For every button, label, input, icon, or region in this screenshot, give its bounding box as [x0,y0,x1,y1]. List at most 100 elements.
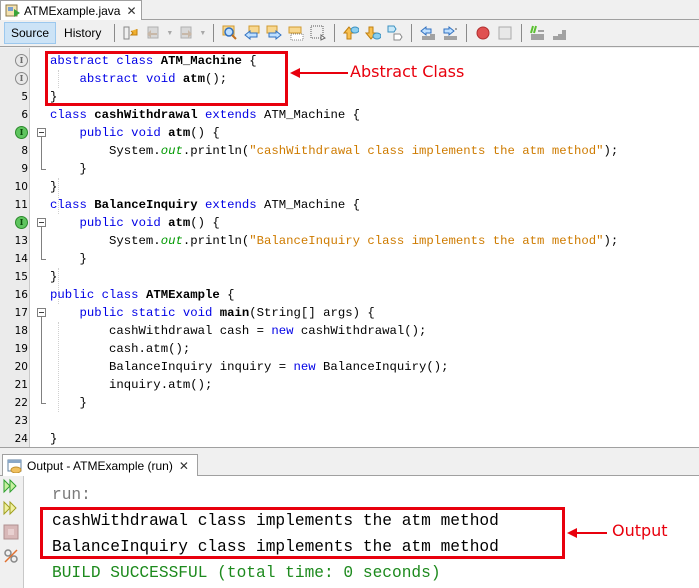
code-line[interactable]: } [50,250,699,268]
toolbar-separator [114,24,116,42]
editor-tab-strip: ATMExample.java ✕ [0,0,699,21]
code-line[interactable]: cashWithdrawal cash = new cashWithdrawal… [50,322,699,340]
output-arrow-line [575,532,607,534]
line-number: 13 [14,235,28,247]
back-icon[interactable] [144,24,162,42]
line-number: 24 [14,433,28,445]
collapse-fold-icon[interactable] [37,128,46,137]
output-highlight-box [40,507,565,559]
rerun-with-options-icon[interactable] [3,500,19,516]
keyword: class [50,198,87,212]
last-edit-icon[interactable] [122,24,140,42]
line-number: 21 [14,379,28,391]
line-number: 5 [21,91,28,103]
code-line[interactable]: } [50,268,699,286]
source-tab[interactable]: Source [4,22,57,44]
code-line[interactable]: } [50,178,699,196]
fold-line [41,317,42,403]
comment-icon[interactable] [529,24,547,42]
line-number: 20 [14,361,28,373]
line-number: 19 [14,343,28,355]
field-ref: out [160,144,183,158]
rerun-icon[interactable] [3,478,19,494]
code-line[interactable]: public void atm() { [50,214,699,232]
code-line[interactable]: BalanceInquiry inquiry = new BalanceInqu… [50,358,699,376]
java-file-icon [5,4,21,18]
abstract-class-label: Abstract Class [350,62,465,81]
shift-left-icon[interactable] [419,24,437,42]
line-number: 6 [21,109,28,121]
shift-right-icon[interactable] [441,24,459,42]
line-number: 10 [14,181,28,193]
fold-end-marker [41,169,46,170]
settings-icon[interactable] [3,548,19,564]
editor-tab-label: ATMExample.java [24,4,121,18]
close-output-tab-icon[interactable]: ✕ [179,459,189,473]
abstract-class-arrow-line [298,72,348,74]
code-line[interactable]: class cashWithdrawal extends ATM_Machine… [50,106,699,124]
code-line[interactable]: public void atm() { [50,124,699,142]
next-bookmark-icon[interactable] [364,24,382,42]
previous-bookmark-icon[interactable] [342,24,360,42]
line-number: 23 [14,415,28,427]
identifier: main [219,306,250,320]
field-ref: out [160,234,183,248]
code-line[interactable]: System.out.println("cashWithdrawal class… [50,142,699,160]
identifier: atm [168,216,191,230]
code-line[interactable]: System.out.println("BalanceInquiry class… [50,232,699,250]
code-line[interactable]: cash.atm(); [50,340,699,358]
identifier: atm [168,126,191,140]
keyword: new [293,360,316,374]
collapse-fold-icon[interactable] [37,308,46,317]
forward-dropdown-icon[interactable]: ▼ [199,30,206,37]
back-dropdown-icon[interactable]: ▼ [166,30,173,37]
abstract-method-icon[interactable]: I [15,72,28,85]
output-tab-strip: Output - ATMExample (run) ✕ [0,452,699,477]
abstract-method-icon[interactable]: I [15,54,28,67]
implements-method-icon[interactable]: I [15,216,28,229]
code-line[interactable]: inquiry.atm(); [50,376,699,394]
toggle-highlight-icon[interactable] [287,24,305,42]
stop-macro-icon[interactable] [496,24,514,42]
output-window-icon [7,459,23,474]
output-tab[interactable]: Output - ATMExample (run) ✕ [2,454,198,477]
code-line[interactable] [50,412,699,430]
line-number: 22 [14,397,28,409]
start-macro-icon[interactable] [474,24,492,42]
keyword: extends [205,198,257,212]
uncomment-icon[interactable] [551,24,569,42]
history-tab[interactable]: History [58,22,107,44]
toolbar-separator [213,24,215,42]
line-number: 8 [21,145,28,157]
code-line[interactable]: public class ATMExample { [50,286,699,304]
editor-tab-atmexample[interactable]: ATMExample.java ✕ [0,0,142,21]
code-line[interactable]: class BalanceInquiry extends ATM_Machine… [50,196,699,214]
code-line[interactable]: } [50,394,699,412]
output-run-label: run: [52,486,91,504]
code-line[interactable]: } [50,160,699,178]
fold-line [41,227,42,259]
line-number: 14 [14,253,28,265]
code-line[interactable]: public static void main(String[] args) { [50,304,699,322]
find-next-icon[interactable] [265,24,283,42]
toolbar-separator [466,24,468,42]
implements-method-icon[interactable]: I [15,126,28,139]
find-icon[interactable] [221,24,239,42]
code-area[interactable]: abstract class ATM_Machine { abstract vo… [50,52,699,448]
collapse-fold-icon[interactable] [37,218,46,227]
find-previous-icon[interactable] [243,24,261,42]
keyword: new [271,324,294,338]
keyword: public void [79,216,161,230]
keyword: class [50,108,87,122]
close-tab-icon[interactable]: ✕ [126,4,136,18]
toggle-bookmark-icon[interactable] [386,24,404,42]
stop-icon[interactable] [3,524,19,540]
rect-select-icon[interactable] [309,24,327,42]
forward-icon[interactable] [177,24,195,42]
code-editor[interactable]: I I 5 6 I 8 9 10 11 I 13 14 15 16 17 18 19 20 21 22 23 24 abs… [0,48,699,448]
code-line[interactable]: } [50,430,699,448]
toolbar-separator [521,24,523,42]
build-status: BUILD SUCCESSFUL (total time: 0 seconds) [52,564,441,582]
keyword: extends [205,108,257,122]
keyword: public void [79,126,161,140]
